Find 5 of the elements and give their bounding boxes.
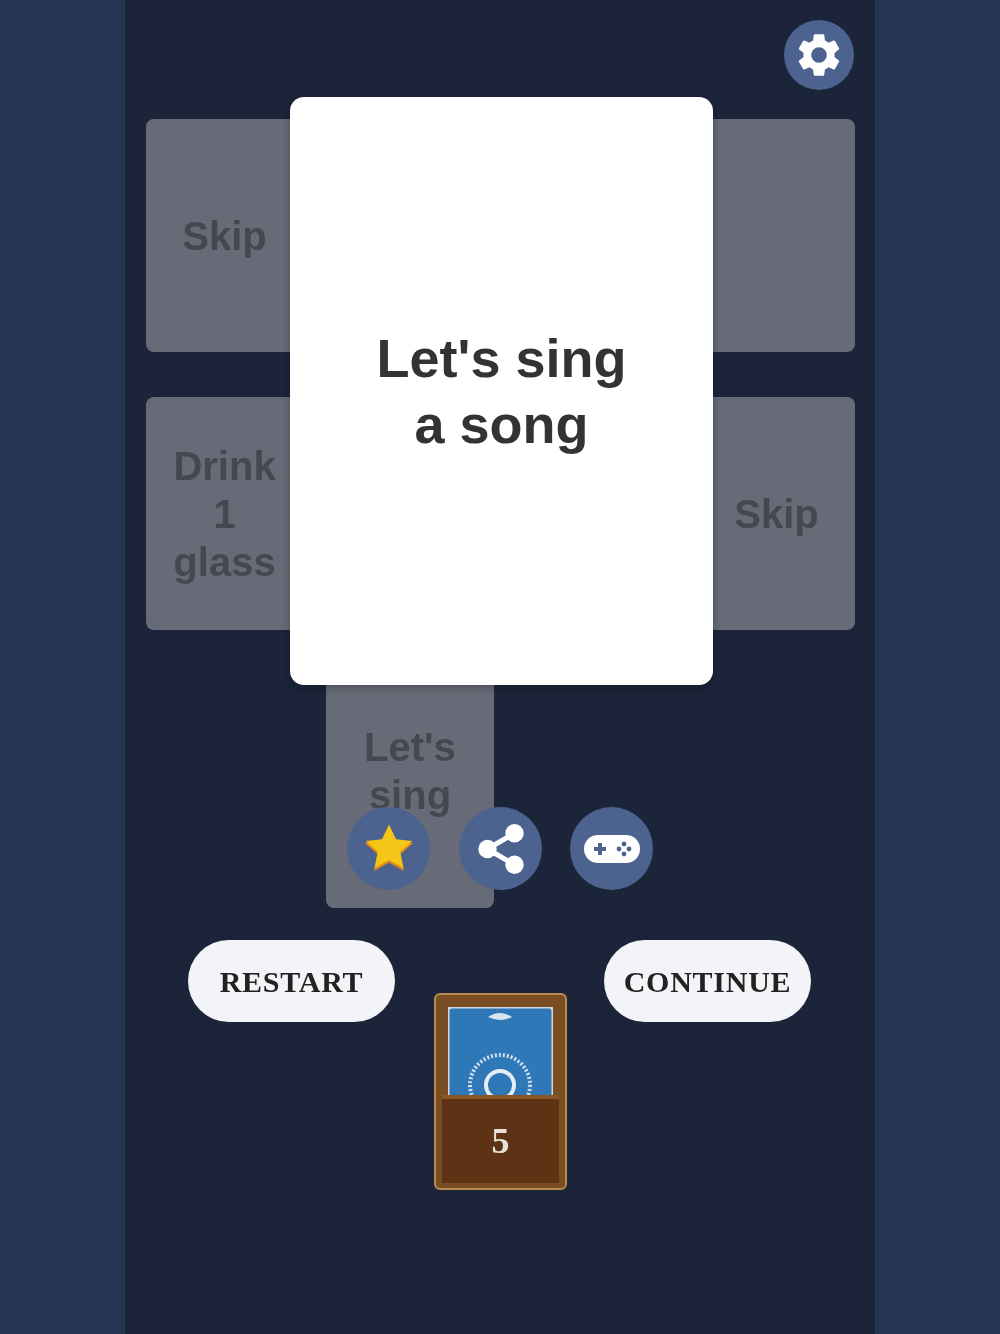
continue-button[interactable]: CONTINUE <box>604 940 811 1022</box>
gamepad-icon <box>583 834 640 863</box>
restart-button[interactable]: RESTART <box>188 940 395 1022</box>
card-text: Let's sing a song <box>375 327 628 456</box>
deck-count: 5 <box>491 1120 510 1163</box>
